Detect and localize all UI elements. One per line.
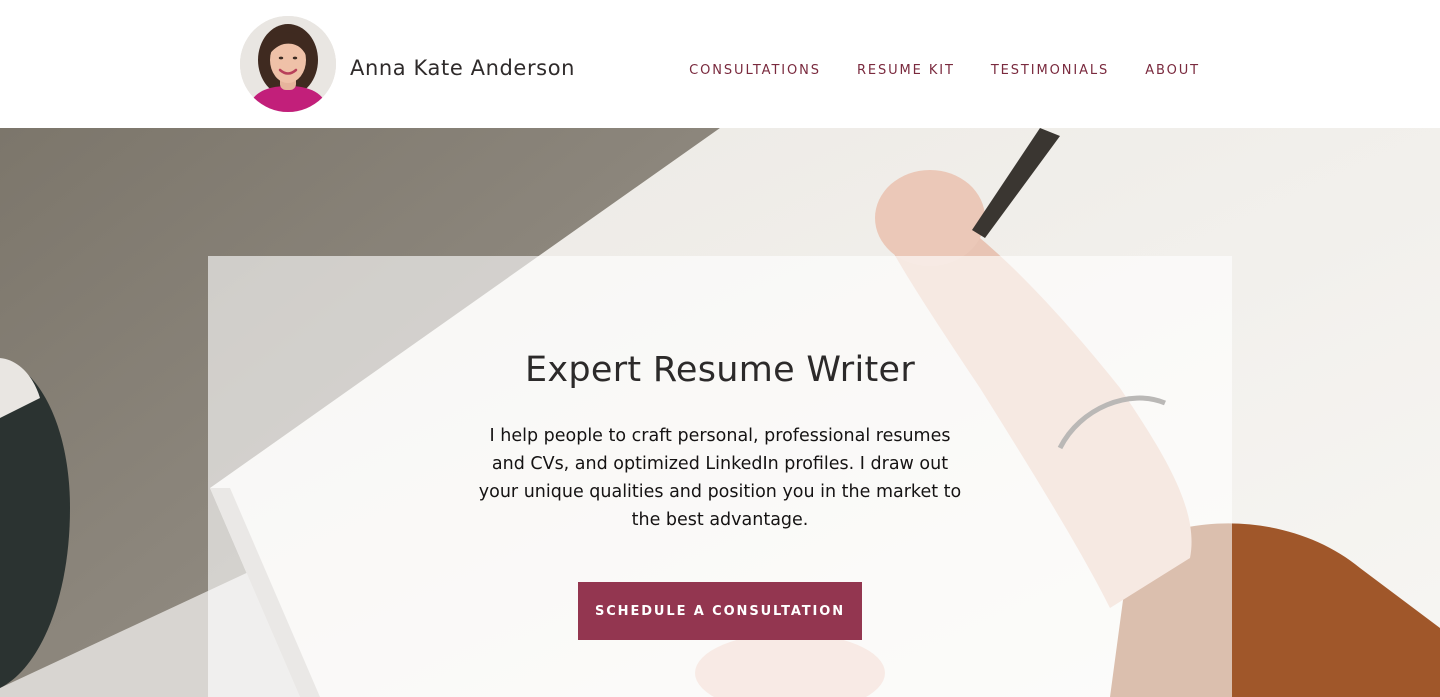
site-header: Anna Kate Anderson CONSULTATIONS RESUME … <box>0 0 1440 128</box>
site-name[interactable]: Anna Kate Anderson <box>350 56 575 80</box>
profile-photo <box>240 16 336 112</box>
nav-about[interactable]: ABOUT <box>1145 63 1200 78</box>
hero-description: I help people to craft personal, profess… <box>478 426 962 530</box>
main-nav: CONSULTATIONS RESUME KIT TESTIMONIALS AB… <box>689 63 1200 78</box>
hero-section: Expert Resume Writer I help people to cr… <box>0 128 1440 697</box>
avatar[interactable] <box>240 16 336 112</box>
nav-resume-kit[interactable]: RESUME KIT <box>857 63 955 78</box>
nav-consultations[interactable]: CONSULTATIONS <box>689 63 821 78</box>
hero-title: Expert Resume Writer <box>524 350 916 390</box>
hero-card: Expert Resume Writer I help people to cr… <box>208 256 1232 697</box>
nav-testimonials[interactable]: TESTIMONIALS <box>991 63 1109 78</box>
schedule-consultation-button[interactable]: SCHEDULE A CONSULTATION <box>578 582 862 640</box>
